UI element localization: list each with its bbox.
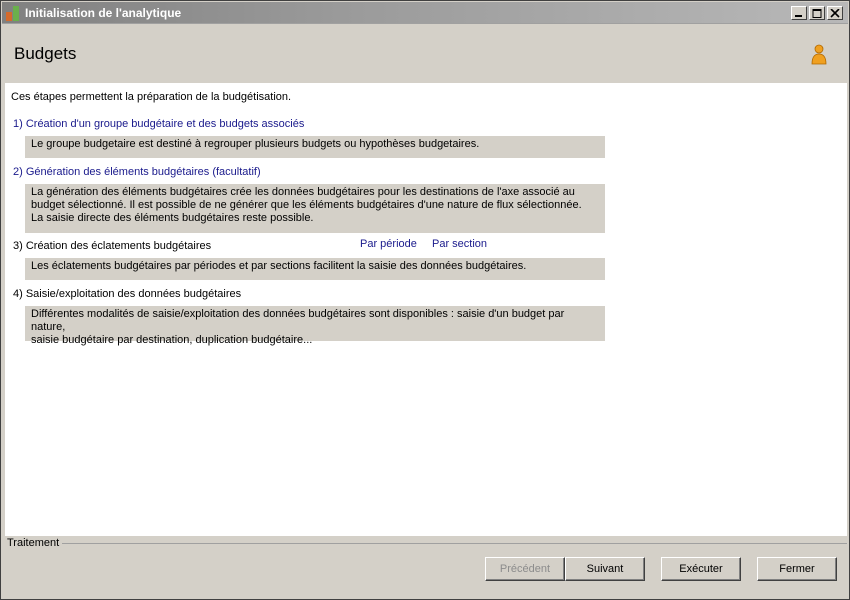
title-bar[interactable]: Initialisation de l'analytique [2, 2, 848, 24]
step-1-description: Le groupe budgetaire est destiné à regro… [25, 136, 605, 158]
group-divider [62, 543, 847, 544]
step-1-link[interactable]: 1) Création d'un groupe budgétaire et de… [13, 118, 304, 130]
step-4-description: Différentes modalités de saisie/exploita… [25, 306, 605, 346]
page-header: Budgets [2, 25, 848, 83]
maximize-button[interactable] [809, 6, 825, 20]
step-3-description: Les éclatements budgétaires par périodes… [25, 258, 605, 280]
step-4-title: 4) Saisie/exploitation des données budgé… [13, 288, 242, 300]
step-4-description-line: saisie budgétaire par destination, dupli… [31, 334, 313, 346]
minimize-icon [795, 15, 802, 17]
content-panel: Ces étapes permettent la préparation de … [5, 83, 847, 536]
step-2-description-line: La génération des éléments budgétaires c… [31, 186, 575, 198]
step-2-description-line: budget sélectionné. Il est possible de n… [31, 199, 582, 211]
step-2-description-line: La saisie directe des éléments budgétair… [31, 212, 314, 224]
app-icon [6, 6, 20, 21]
user-icon [811, 44, 827, 65]
minimize-button[interactable] [791, 6, 807, 20]
step-2-description: La génération des éléments budgétaires c… [25, 184, 605, 233]
step-2-link[interactable]: 2) Génération des éléments budgétaires (… [13, 166, 261, 178]
close-window-button[interactable] [827, 6, 843, 20]
close-button[interactable]: Fermer [757, 557, 837, 581]
intro-text: Ces étapes permettent la préparation de … [11, 91, 292, 103]
main-window: Initialisation de l'analytique Budgets C… [0, 0, 850, 600]
window-controls [791, 6, 843, 20]
close-icon [830, 9, 840, 18]
next-button[interactable]: Suivant [565, 557, 645, 581]
maximize-icon [812, 9, 822, 18]
par-section-link[interactable]: Par section [432, 238, 487, 250]
step-1-description-text: Le groupe budgetaire est destiné à regro… [31, 138, 480, 150]
step-4-description-line: Différentes modalités de saisie/exploita… [31, 308, 565, 333]
execute-button[interactable]: Exécuter [661, 557, 741, 581]
step-3-description-text: Les éclatements budgétaires par périodes… [31, 260, 527, 272]
step-3-title: 3) Création des éclatements budgétaires [13, 240, 212, 252]
previous-button[interactable]: Précédent [485, 557, 565, 581]
group-label: Traitement [7, 537, 60, 549]
page-title: Budgets [14, 44, 77, 63]
par-periode-link[interactable]: Par période [360, 238, 417, 250]
window-title: Initialisation de l'analytique [25, 6, 182, 20]
